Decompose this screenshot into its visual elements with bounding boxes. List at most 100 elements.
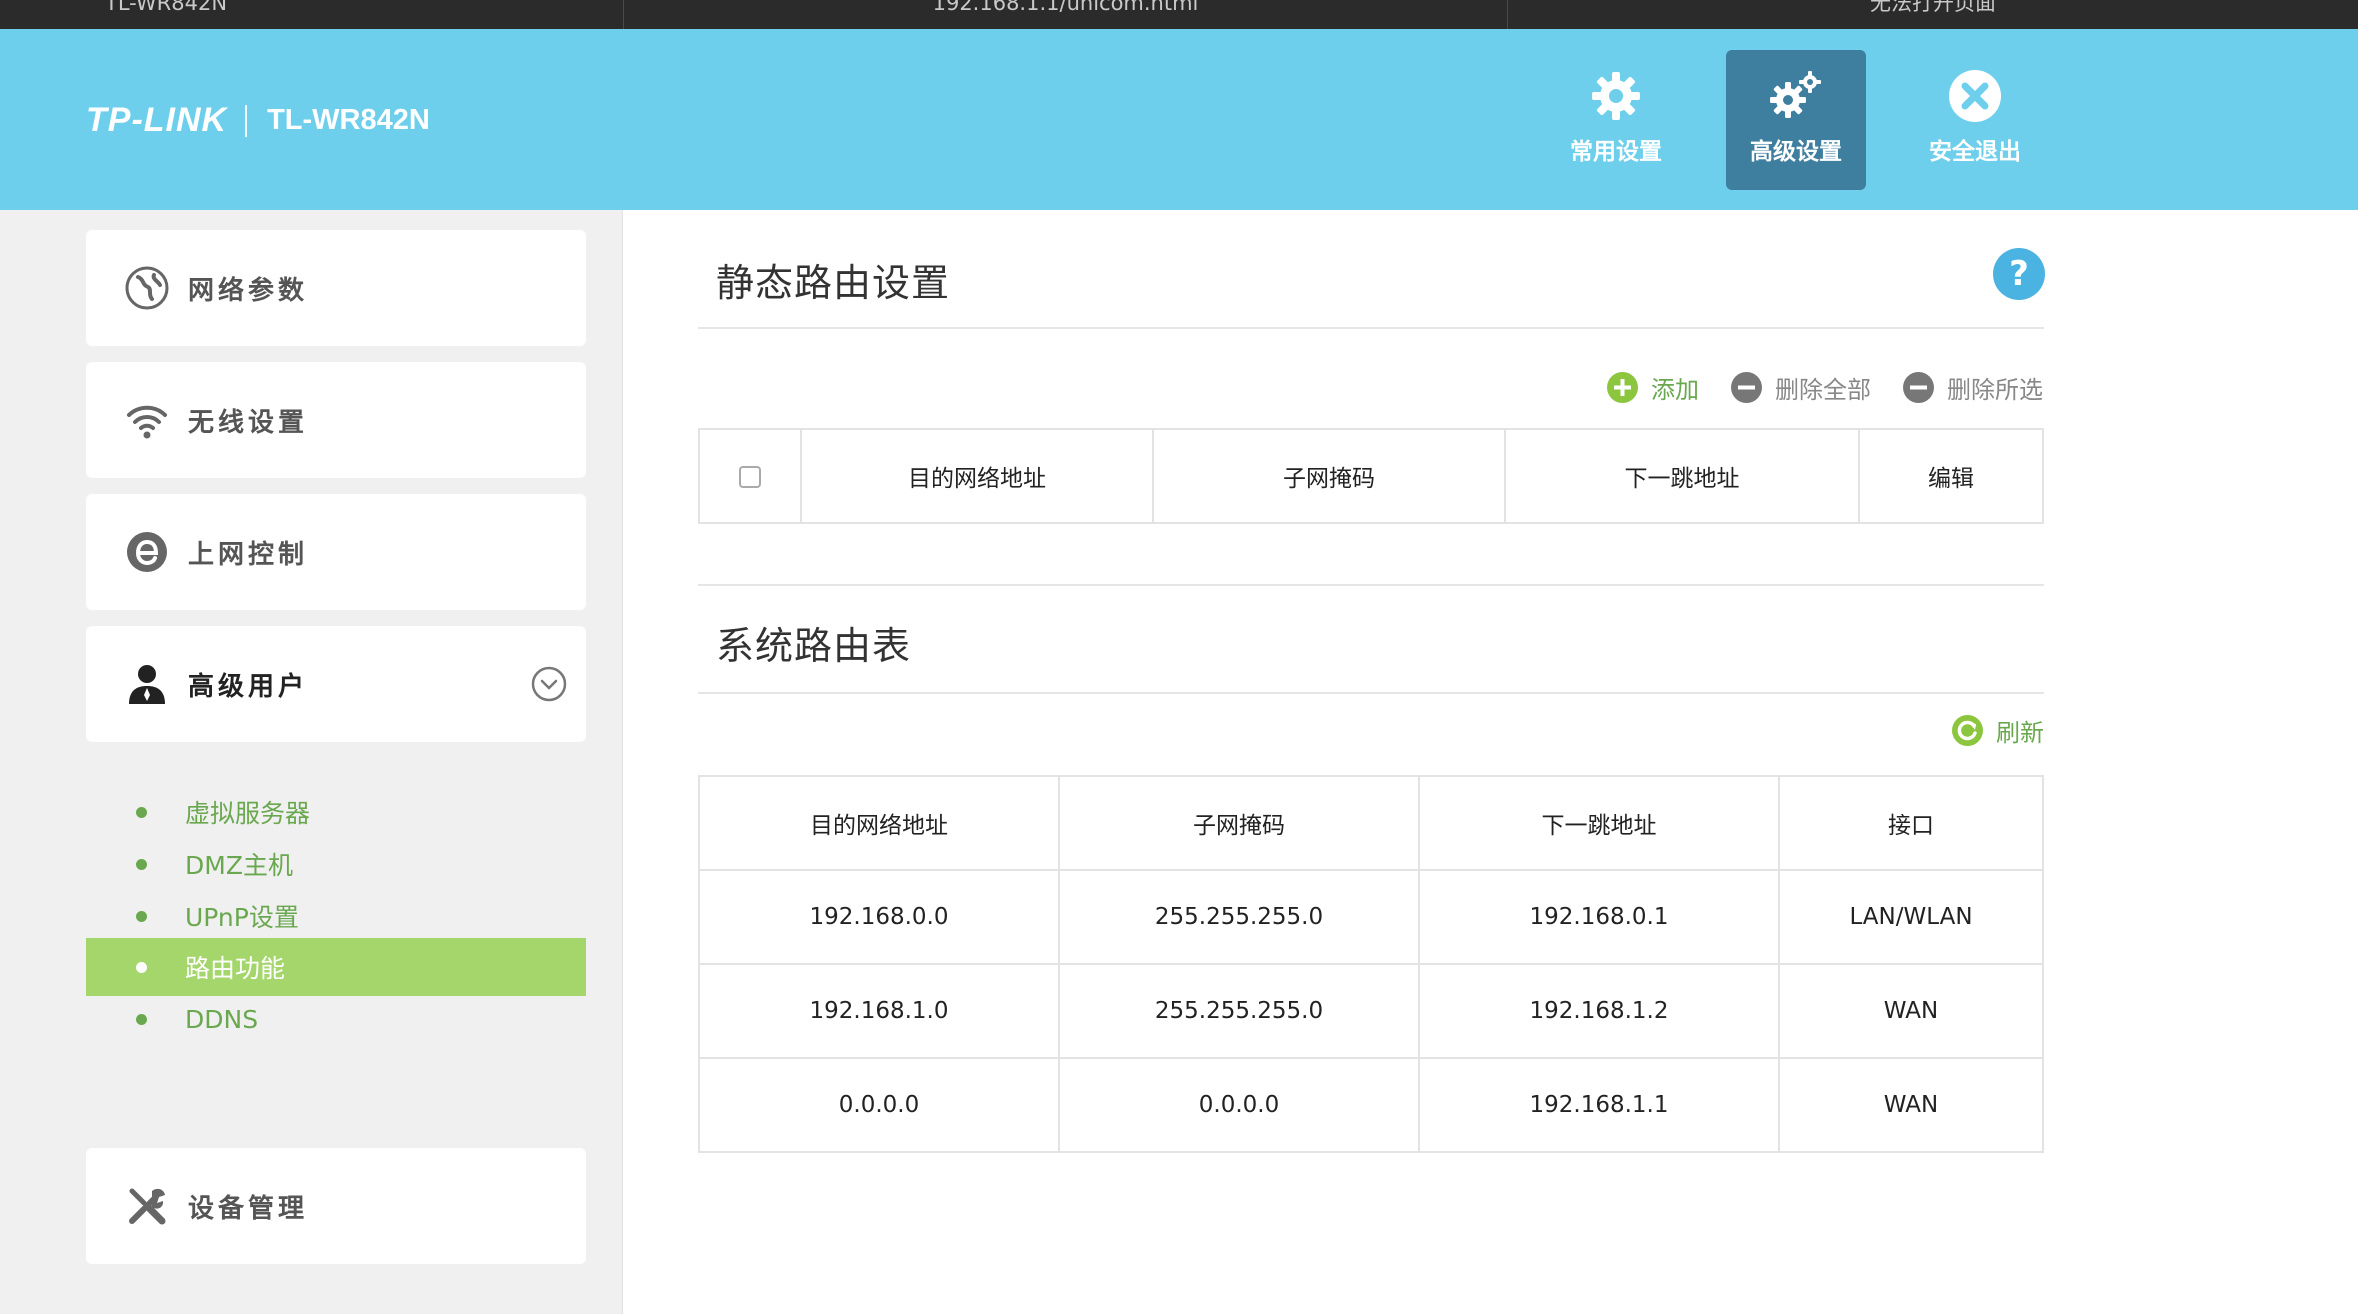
bullet-dot <box>136 858 147 870</box>
minus-circle-icon <box>1903 372 1934 403</box>
user-icon <box>129 665 165 704</box>
column-header: 子网掩码 <box>1152 428 1506 524</box>
brand-name: TP-LINK <box>86 101 228 139</box>
submenu-item-dmz-host[interactable]: DMZ主机 <box>86 835 586 893</box>
browser-tab-title: 无法打开页面 <box>1870 0 1996 15</box>
browser-tab[interactable]: 192.168.1.1/unicom.html <box>624 0 1508 29</box>
sidebar-item-network-params[interactable]: 网络参数 <box>86 230 586 346</box>
divider <box>698 584 2044 586</box>
divider <box>698 692 2044 694</box>
sidebar-item-label: 上网控制 <box>188 539 309 570</box>
submenu-item-label: DDNS <box>185 1004 259 1034</box>
table-row: 0.0.0.0 0.0.0.0 192.168.1.1 WAN <box>698 1057 2044 1153</box>
route-netmask: 255.255.255.0 <box>1058 963 1420 1059</box>
route-netmask: 0.0.0.0 <box>1058 1057 1420 1153</box>
sidebar: 网络参数 无线设置 上网控制 高级用户 虚拟服务器 DMZ主机 UPnP设置 路… <box>0 210 623 1314</box>
submenu-item-routing[interactable]: 路由功能 <box>86 938 586 996</box>
delete-all-label: 删除全部 <box>1775 376 1871 404</box>
close-circle-icon <box>1949 70 2001 122</box>
browser-tab-strip: TL-WR842N 192.168.1.1/unicom.html 无法打开页面 <box>0 0 2358 29</box>
column-header: 下一跳地址 <box>1418 775 1780 871</box>
submenu-item-label: UPnP设置 <box>185 903 299 932</box>
gears-icon <box>1770 71 1821 118</box>
browser-tab-title: 192.168.1.1/unicom.html <box>932 0 1199 15</box>
table-header-row: 目的网络地址 子网掩码 下一跳地址 编辑 <box>698 428 2044 524</box>
route-interface: WAN <box>1778 963 2044 1059</box>
column-header: 子网掩码 <box>1058 775 1420 871</box>
divider <box>698 327 2044 329</box>
table-header-row: 目的网络地址 子网掩码 下一跳地址 接口 <box>698 775 2044 871</box>
column-header: 接口 <box>1778 775 2044 871</box>
route-destination: 0.0.0.0 <box>698 1057 1060 1153</box>
column-header: 目的网络地址 <box>698 775 1060 871</box>
sidebar-item-wireless[interactable]: 无线设置 <box>86 362 586 478</box>
system-routes-title: 系统路由表 <box>716 624 912 668</box>
browser-tab[interactable]: TL-WR842N <box>0 0 624 29</box>
refresh-label: 刷新 <box>1996 719 2044 747</box>
route-destination: 192.168.1.0 <box>698 963 1060 1059</box>
gear-icon <box>1592 72 1640 120</box>
sidebar-item-advanced-user[interactable]: 高级用户 <box>86 626 586 742</box>
sidebar-item-label: 高级用户 <box>188 671 309 702</box>
select-all-checkbox[interactable] <box>739 465 761 488</box>
column-header: 下一跳地址 <box>1504 428 1860 524</box>
column-header: 编辑 <box>1858 428 2044 524</box>
sidebar-item-device-management[interactable]: 设备管理 <box>86 1148 586 1264</box>
nav-advanced-settings-button[interactable]: 高级设置 <box>1726 50 1866 190</box>
nav-label: 安全退出 <box>1929 139 2021 165</box>
sidebar-item-access-control[interactable]: 上网控制 <box>86 494 586 610</box>
submenu-item-upnp[interactable]: UPnP设置 <box>86 887 586 945</box>
chevron-down-icon[interactable] <box>530 665 568 703</box>
bullet-dot <box>136 806 147 818</box>
help-icon[interactable]: ? <box>1993 248 2045 300</box>
static-routes-title: 静态路由设置 <box>716 261 951 305</box>
nav-common-settings-button[interactable]: 常用设置 <box>1546 50 1686 190</box>
submenu-item-label: 路由功能 <box>185 954 286 983</box>
table-row: 192.168.0.0 255.255.255.0 192.168.0.1 LA… <box>698 869 2044 965</box>
top-header: TP-LINK TL-WR842N 常用设置 高级设置 安全退出 <box>0 29 2358 210</box>
column-header: 目的网络地址 <box>800 428 1154 524</box>
route-interface: WAN <box>1778 1057 2044 1153</box>
route-destination: 192.168.0.0 <box>698 869 1060 965</box>
wifi-icon <box>127 405 167 439</box>
nav-label: 常用设置 <box>1570 139 1662 165</box>
delete-selected-label: 删除所选 <box>1947 376 2043 404</box>
system-routes-table: 目的网络地址 子网掩码 下一跳地址 接口 192.168.0.0 255.255… <box>698 775 2044 1153</box>
logo-divider <box>245 104 248 137</box>
route-next-hop: 192.168.1.2 <box>1418 963 1780 1059</box>
browser-tab-title: TL-WR842N <box>105 0 228 15</box>
plus-circle-icon <box>1607 372 1638 403</box>
globe-icon <box>125 266 169 310</box>
browser-tab[interactable]: 无法打开页面 <box>1508 0 2358 29</box>
add-label: 添加 <box>1651 376 1699 404</box>
tools-icon <box>129 1188 166 1225</box>
main-content: 静态路由设置 ? 添加 删除全部 删除所选 目的网络地址 子网掩码 下一跳地址 <box>624 210 2358 1314</box>
route-next-hop: 192.168.0.1 <box>1418 869 1780 965</box>
nav-logout-button[interactable]: 安全退出 <box>1905 50 2045 190</box>
sidebar-item-label: 网络参数 <box>188 275 309 306</box>
select-all-cell <box>698 428 802 524</box>
submenu-item-label: DMZ主机 <box>185 851 293 880</box>
refresh-button[interactable]: 刷新 <box>1951 713 2044 748</box>
bullet-dot <box>136 1013 147 1025</box>
logo: TP-LINK TL-WR842N <box>86 101 430 140</box>
sidebar-item-label: 无线设置 <box>188 407 309 438</box>
model-name: TL-WR842N <box>267 104 430 136</box>
submenu-item-ddns[interactable]: DDNS <box>86 990 586 1048</box>
delete-all-button[interactable]: 删除全部 <box>1730 370 1871 405</box>
add-route-button[interactable]: 添加 <box>1606 370 1699 405</box>
route-interface: LAN/WLAN <box>1778 869 2044 965</box>
submenu-item-label: 虚拟服务器 <box>185 799 311 828</box>
route-next-hop: 192.168.1.1 <box>1418 1057 1780 1153</box>
route-netmask: 255.255.255.0 <box>1058 869 1420 965</box>
nav-label: 高级设置 <box>1750 139 1842 165</box>
delete-selected-button[interactable]: 删除所选 <box>1902 370 2043 405</box>
table-row: 192.168.1.0 255.255.255.0 192.168.1.2 WA… <box>698 963 2044 1059</box>
minus-circle-icon <box>1731 372 1762 403</box>
static-routes-table: 目的网络地址 子网掩码 下一跳地址 编辑 <box>698 428 2044 524</box>
bullet-dot <box>136 961 147 973</box>
bullet-dot <box>136 910 147 922</box>
refresh-icon <box>1952 715 1983 746</box>
internet-e-icon <box>127 532 167 572</box>
submenu-item-virtual-server[interactable]: 虚拟服务器 <box>86 783 586 841</box>
